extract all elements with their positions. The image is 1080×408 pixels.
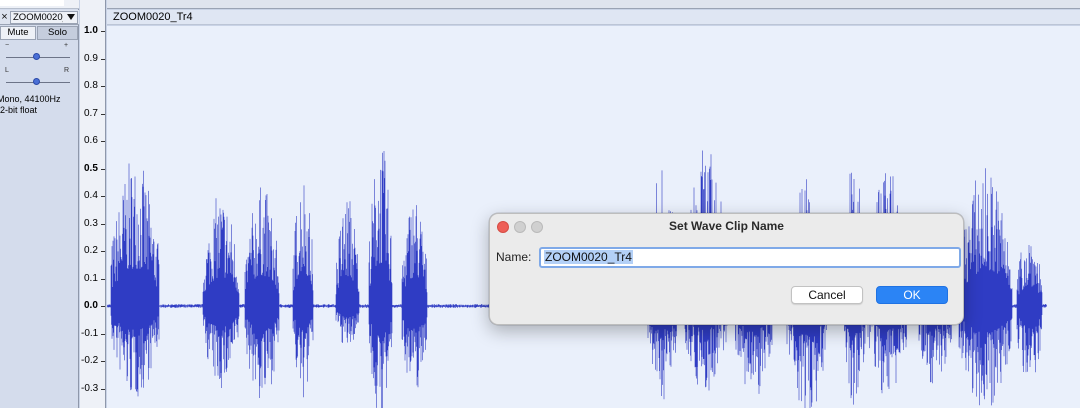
ruler-tick [101, 388, 105, 390]
ruler-tick [101, 333, 105, 335]
ruler-tick [101, 141, 105, 142]
ruler-tick [101, 86, 105, 87]
ruler-tick [101, 278, 105, 280]
track-format-info: Mono, 44100Hz 32-bit float [0, 94, 61, 116]
pan-slider-knob[interactable] [33, 78, 40, 85]
mute-button[interactable]: Mute [0, 26, 36, 40]
track-format-line1: Mono, 44100Hz [0, 94, 61, 104]
clip-name: ZOOM0020_Tr4 [113, 11, 193, 23]
clip-name-input[interactable]: ZOOM0020_Tr4 [539, 247, 961, 268]
ruler-tick [101, 306, 105, 307]
pan-right-label: R [64, 67, 70, 74]
track-name-label: ZOOM0020_ [13, 12, 63, 23]
ruler-label: -0.2 [81, 355, 99, 366]
name-label: Name: [496, 250, 532, 264]
ruler-tick [101, 31, 105, 32]
vertical-ruler[interactable]: 1.0 0.9 0.8 0.7 0.6 0.5 0.4 0.3 0.2 0.1 0.0 -0.1 -0.… [80, 0, 106, 408]
clip-name-bar[interactable]: ZOOM0020_Tr4 [107, 10, 1080, 25]
track-header: × ZOOM0020_ [0, 10, 79, 25]
timeline-strip[interactable] [107, 0, 1080, 9]
ruler-tick [101, 223, 105, 225]
ruler-tick [101, 113, 105, 115]
ok-button[interactable]: OK [876, 286, 948, 304]
chevron-down-icon [67, 14, 75, 20]
cancel-button[interactable]: Cancel [791, 286, 863, 304]
dialog-title: Set Wave Clip Name [669, 219, 784, 233]
pan-left-label: L [5, 67, 9, 74]
set-wave-clip-name-dialog: Set Wave Clip Name Name: ZOOM0020_Tr4 Ca… [489, 213, 964, 325]
ruler-label: -0.1 [81, 327, 99, 339]
track-format-line2: 32-bit float [0, 105, 38, 115]
gain-slider-knob[interactable] [33, 53, 40, 60]
gain-min-label: − [5, 42, 10, 49]
ruler-tick [101, 251, 105, 252]
track-panel-top-strip [0, 0, 79, 9]
close-track-icon[interactable]: × [0, 11, 9, 24]
gain-max-label: + [64, 42, 69, 49]
clip-name-input-value: ZOOM0020_Tr4 [544, 250, 633, 264]
solo-button[interactable]: Solo [37, 26, 78, 40]
ruler-label: -0.3 [81, 382, 99, 394]
ruler-tick [101, 58, 105, 60]
ruler-tick [101, 168, 105, 170]
track-control-panel: × ZOOM0020_ Mute Solo − + L R Mono, 4410… [0, 0, 79, 408]
ruler-tick [101, 361, 105, 362]
ruler-tick [101, 196, 105, 197]
track-name-dropdown[interactable]: ZOOM0020_ [10, 11, 78, 24]
